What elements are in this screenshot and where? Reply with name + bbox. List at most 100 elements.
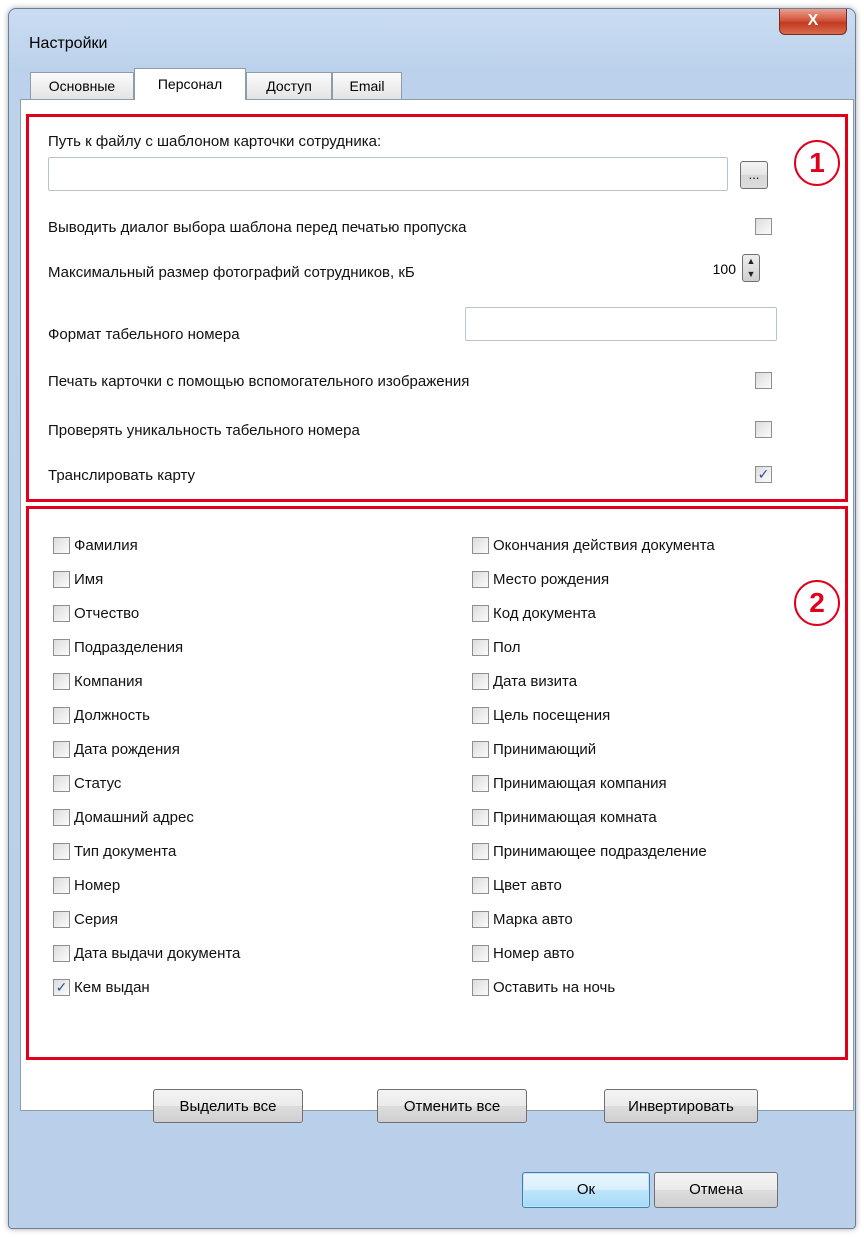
max-photo-size-value: 100: [712, 261, 736, 277]
browse-label: ...: [748, 167, 760, 182]
template-path-input[interactable]: [48, 157, 728, 191]
right-field-label: Марка авто: [493, 911, 573, 928]
tab-email[interactable]: Email: [332, 72, 402, 100]
right-field-checkbox[interactable]: [472, 639, 489, 656]
max-photo-size-input[interactable]: 100: [696, 256, 740, 282]
right-field-label: Принимающая компания: [493, 775, 667, 792]
left-field-checkbox[interactable]: [53, 843, 70, 860]
left-field-checkbox[interactable]: [53, 911, 70, 928]
left-field-label: Номер: [74, 877, 121, 894]
deselect-all-button[interactable]: Отменить все: [377, 1089, 527, 1123]
cancel-button[interactable]: Отмена: [654, 1172, 778, 1208]
right-field-label: Код документа: [493, 605, 596, 622]
annotation-badge-2: 2: [794, 580, 840, 626]
ok-button[interactable]: Ок: [522, 1172, 650, 1208]
left-field-checkbox[interactable]: ✓: [53, 979, 70, 996]
right-field-label: Цвет авто: [493, 877, 562, 894]
right-field-checkbox[interactable]: [472, 673, 489, 690]
right-field-label: Принимающий: [493, 741, 597, 758]
tab-personnel[interactable]: Персонал: [134, 68, 246, 100]
right-field-checkbox[interactable]: [472, 979, 489, 996]
left-field-label: Статус: [74, 775, 122, 792]
print-aux-image-label: Печать карточки с помощью вспомогательно…: [48, 373, 470, 390]
left-field-label: Дата выдачи документа: [74, 945, 241, 962]
left-field-checkbox[interactable]: [53, 809, 70, 826]
general-settings-group: Путь к файлу с шаблоном карточки сотрудн…: [26, 114, 848, 502]
tab-main[interactable]: Основные: [30, 72, 134, 100]
left-field-checkbox[interactable]: [53, 605, 70, 622]
tab-label: Основные: [48, 78, 116, 94]
left-field-label: Кем выдан: [74, 979, 150, 996]
right-field-label: Пол: [493, 639, 521, 656]
tab-label: Персонал: [157, 76, 223, 92]
right-field-checkbox[interactable]: [472, 741, 489, 758]
right-field-checkbox[interactable]: [472, 809, 489, 826]
left-field-label: Имя: [74, 571, 104, 588]
cancel-label: Отмена: [689, 1181, 743, 1198]
translate-card-checkbox[interactable]: ✓: [755, 466, 772, 483]
deselect-all-label: Отменить все: [403, 1098, 501, 1115]
tab-access[interactable]: Доступ: [246, 72, 332, 100]
right-field-checkbox[interactable]: [472, 605, 489, 622]
right-field-label: Оставить на ночь: [493, 979, 616, 996]
tab-number-format-input[interactable]: [465, 307, 777, 341]
left-field-checkbox[interactable]: [53, 945, 70, 962]
right-field-checkbox[interactable]: [472, 945, 489, 962]
browse-button[interactable]: ...: [740, 161, 768, 189]
right-field-label: Принимающее подразделение: [493, 843, 707, 860]
select-all-button[interactable]: Выделить все: [153, 1089, 303, 1123]
left-field-label: Домашний адрес: [74, 809, 194, 826]
right-field-checkbox[interactable]: [472, 707, 489, 724]
card-fields-group: Фамилия Имя Отчество Подразделения Компания Д…: [26, 506, 848, 1123]
right-field-checkbox[interactable]: [472, 775, 489, 792]
check-unique-checkbox[interactable]: [755, 421, 772, 438]
close-button[interactable]: X: [779, 9, 847, 35]
left-field-checkbox[interactable]: [53, 707, 70, 724]
left-field-label: Фамилия: [74, 537, 138, 554]
spin-up-icon[interactable]: ▲: [743, 255, 759, 268]
left-field-checkbox[interactable]: [53, 673, 70, 690]
select-all-label: Выделить все: [179, 1098, 277, 1115]
left-field-label: Должность: [74, 707, 150, 724]
invert-selection-button[interactable]: Инвертировать: [604, 1089, 758, 1123]
max-photo-size-label: Максимальный размер фотографий сотрудник…: [48, 264, 415, 281]
left-field-checkbox[interactable]: [53, 537, 70, 554]
show-dialog-checkbox[interactable]: [755, 218, 772, 235]
right-field-label: Номер авто: [493, 945, 575, 962]
badge-number: 1: [809, 147, 825, 178]
show-dialog-label: Выводить диалог выбора шаблона перед печ…: [48, 219, 467, 236]
title-bar[interactable]: Настройки X: [9, 9, 855, 65]
template-path-label: Путь к файлу с шаблоном карточки сотрудн…: [48, 133, 382, 150]
close-icon: X: [807, 12, 819, 29]
right-field-label: Дата визита: [493, 673, 578, 690]
right-field-checkbox[interactable]: [472, 571, 489, 588]
left-field-label: Тип документа: [74, 843, 177, 860]
left-field-label: Отчество: [74, 605, 140, 622]
right-field-checkbox[interactable]: [472, 537, 489, 554]
tab-label: Доступ: [266, 78, 312, 94]
right-field-label: Место рождения: [493, 571, 610, 588]
right-field-checkbox[interactable]: [472, 843, 489, 860]
left-field-label: Дата рождения: [74, 741, 180, 758]
right-field-checkbox[interactable]: [472, 877, 489, 894]
left-field-checkbox[interactable]: [53, 775, 70, 792]
left-field-checkbox[interactable]: [53, 639, 70, 656]
left-field-label: Серия: [74, 911, 119, 928]
annotation-badge-1: 1: [794, 140, 840, 186]
left-field-checkbox[interactable]: [53, 877, 70, 894]
check-unique-label: Проверять уникальность табельного номера: [48, 422, 360, 439]
spin-down-icon[interactable]: ▼: [743, 268, 759, 281]
right-field-label: Окончания действия документа: [493, 537, 715, 554]
print-aux-image-checkbox[interactable]: [755, 372, 772, 389]
tab-number-format-label: Формат табельного номера: [48, 326, 240, 343]
left-field-checkbox[interactable]: [53, 741, 70, 758]
ok-label: Ок: [576, 1181, 596, 1198]
left-field-checkbox[interactable]: [53, 571, 70, 588]
right-field-label: Принимающая комната: [493, 809, 657, 826]
translate-card-label: Транслировать карту: [48, 467, 196, 484]
max-photo-size-spinner[interactable]: ▲ ▼: [742, 254, 760, 282]
tab-label: Email: [349, 78, 385, 94]
left-field-label: Подразделения: [74, 639, 184, 656]
badge-number: 2: [809, 587, 825, 618]
right-field-checkbox[interactable]: [472, 911, 489, 928]
